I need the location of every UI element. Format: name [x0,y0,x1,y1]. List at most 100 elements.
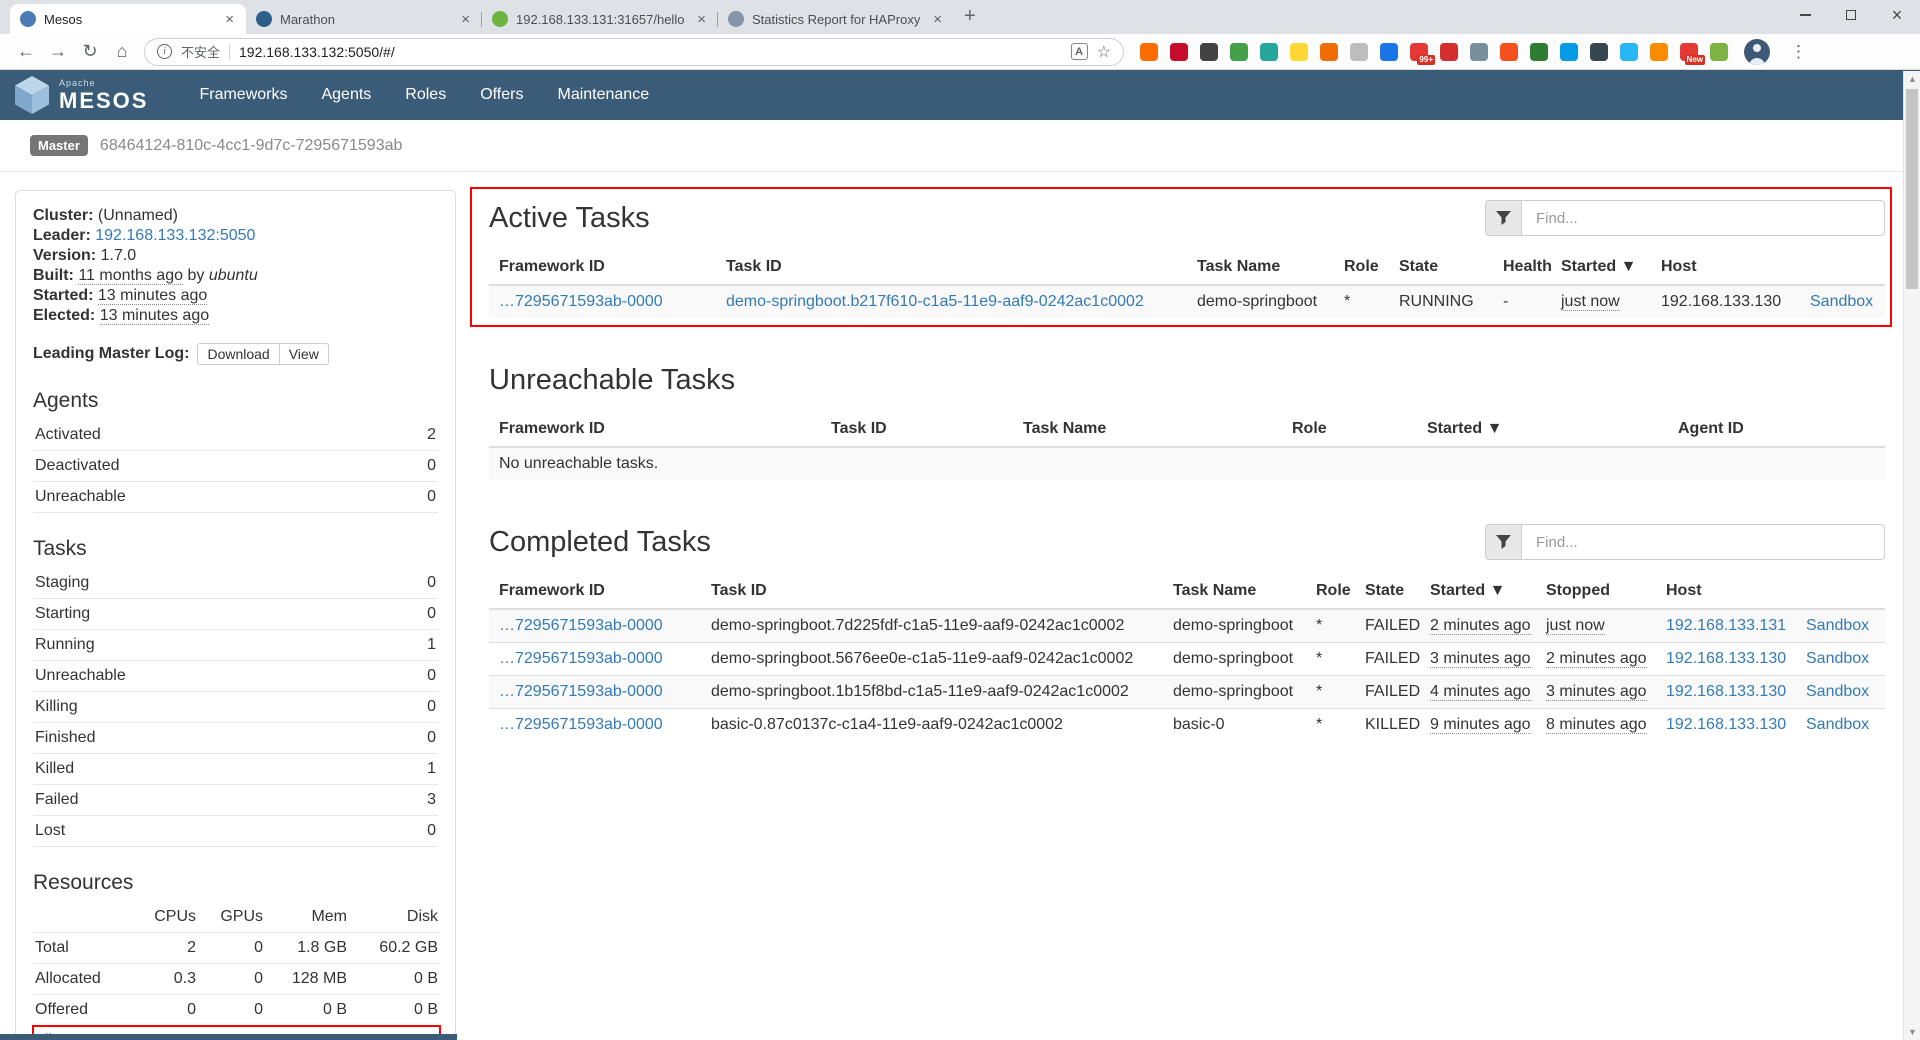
new-tab-button[interactable]: + [964,5,976,28]
tab-close-icon[interactable]: × [459,11,472,28]
tab-haproxy-stats[interactable]: Statistics Report for HAProxy × [718,4,954,34]
extension-button[interactable] [1230,43,1248,61]
navbar-item[interactable]: Agents [304,71,388,119]
column-header[interactable]: Role [1334,250,1389,285]
filter-button[interactable] [1485,524,1522,560]
extension-button[interactable] [1590,43,1608,61]
extension-button[interactable] [1500,43,1518,61]
tab-close-icon[interactable]: × [695,11,708,28]
back-button[interactable]: ← [10,41,42,62]
bookmark-star-icon[interactable]: ☆ [1097,42,1111,62]
column-header[interactable]: Host [1656,574,1796,609]
column-header[interactable] [1800,250,1885,285]
completed-tasks-find-input[interactable] [1522,524,1885,560]
column-header[interactable]: Started ▼ [1417,412,1668,447]
extension-button[interactable] [1350,43,1368,61]
sandbox-link[interactable]: Sandbox [1806,617,1869,634]
column-header[interactable]: State [1389,250,1493,285]
column-header[interactable]: Started ▼ [1551,250,1651,285]
close-button[interactable]: × [1874,0,1920,30]
column-header[interactable]: Task Name [1187,250,1334,285]
tab-close-icon[interactable]: × [223,11,236,28]
host-link[interactable]: 192.168.133.131 [1666,617,1786,634]
scroll-down-arrow[interactable]: ▼ [1904,1024,1920,1040]
sandbox-link[interactable]: Sandbox [1810,293,1873,310]
extension-button[interactable] [1440,43,1458,61]
page-scrollbar[interactable]: ▲ ▼ [1903,71,1920,1040]
log-view-button[interactable]: View [279,343,329,365]
framework-id-link[interactable]: …7295671593ab-0000 [499,716,663,733]
active-tasks-find-input[interactable] [1522,200,1885,236]
host-link[interactable]: 192.168.133.130 [1666,683,1786,700]
scrollbar-thumb[interactable] [1906,89,1918,289]
framework-id-link[interactable]: …7295671593ab-0000 [499,683,663,700]
extension-button[interactable] [1200,43,1218,61]
tab-close-icon[interactable]: × [931,11,944,28]
framework-id-link[interactable]: …7295671593ab-0000 [499,617,663,634]
tab-mesos[interactable]: Mesos × [10,4,246,34]
extension-button[interactable] [1710,43,1728,61]
column-header[interactable]: Role [1306,574,1355,609]
url-text[interactable]: 192.168.133.132:5050/#/ [239,44,1062,60]
sandbox-link[interactable]: Sandbox [1806,716,1869,733]
extension-button[interactable] [1620,43,1638,61]
column-header[interactable]: Stopped [1536,574,1656,609]
navbar-item[interactable]: Frameworks [182,71,304,119]
mesos-brand[interactable]: Apache MESOS [14,75,148,115]
translate-icon[interactable]: A [1071,43,1088,60]
column-header[interactable]: Framework ID [489,574,701,609]
extension-button[interactable] [1560,43,1578,61]
extension-button[interactable]: 99+ [1410,43,1428,61]
column-header[interactable]: Health [1493,250,1551,285]
framework-id-link[interactable]: …7295671593ab-0000 [499,650,663,667]
column-header[interactable]: Task ID [701,574,1163,609]
host-link[interactable]: 192.168.133.130 [1666,716,1786,733]
scroll-up-arrow[interactable]: ▲ [1904,71,1920,87]
column-header[interactable]: Started ▼ [1420,574,1536,609]
task-id-link[interactable]: demo-springboot.b217f610-c1a5-11e9-aaf9-… [726,293,1144,310]
column-header[interactable] [1796,574,1885,609]
extension-button[interactable] [1380,43,1398,61]
column-header[interactable]: Task Name [1013,412,1282,447]
browser-menu-icon[interactable]: ⋮ [1784,42,1813,62]
host-link[interactable]: 192.168.133.130 [1666,650,1786,667]
active-tasks-table: Framework ID Task ID Task Name Role Stat… [489,250,1885,318]
log-download-button[interactable]: Download [197,343,279,365]
column-header[interactable]: Host [1651,250,1800,285]
column-header[interactable]: Task ID [821,412,1013,447]
navbar-item[interactable]: Roles [388,71,463,119]
column-header[interactable]: Task ID [716,250,1187,285]
extension-button[interactable] [1320,43,1338,61]
column-header[interactable]: State [1355,574,1420,609]
sandbox-link[interactable]: Sandbox [1806,683,1869,700]
extension-button[interactable] [1140,43,1158,61]
home-button[interactable]: ⌂ [106,41,138,62]
extension-button[interactable] [1260,43,1278,61]
tab-marathon[interactable]: Marathon × [246,4,482,34]
navbar-item[interactable]: Offers [463,71,540,119]
extension-button[interactable] [1470,43,1488,61]
forward-button[interactable]: → [42,41,74,62]
column-header[interactable]: Task Name [1163,574,1306,609]
extension-button[interactable] [1650,43,1668,61]
extension-button[interactable]: New [1680,43,1698,61]
tab-spring-hello[interactable]: 192.168.133.131:31657/hello × [482,4,718,34]
column-header[interactable]: Framework ID [489,412,821,447]
address-bar[interactable]: i 不安全 192.168.133.132:5050/#/ A ☆ [144,38,1124,66]
reload-button[interactable]: ↻ [74,41,106,62]
extension-button[interactable] [1530,43,1548,61]
leader-link[interactable]: 192.168.133.132:5050 [95,227,255,244]
extension-button[interactable] [1290,43,1308,61]
page-info-icon[interactable]: i [157,44,172,59]
navbar-item[interactable]: Maintenance [540,71,666,119]
profile-avatar[interactable] [1744,39,1770,65]
framework-id-link[interactable]: …7295671593ab-0000 [499,293,663,310]
column-header[interactable]: Role [1282,412,1417,447]
extension-button[interactable] [1170,43,1188,61]
minimize-button[interactable] [1782,0,1828,30]
maximize-button[interactable] [1828,0,1874,30]
column-header[interactable]: Framework ID [489,250,716,285]
filter-button[interactable] [1485,200,1522,236]
sandbox-link[interactable]: Sandbox [1806,650,1869,667]
column-header[interactable]: Agent ID [1668,412,1885,447]
